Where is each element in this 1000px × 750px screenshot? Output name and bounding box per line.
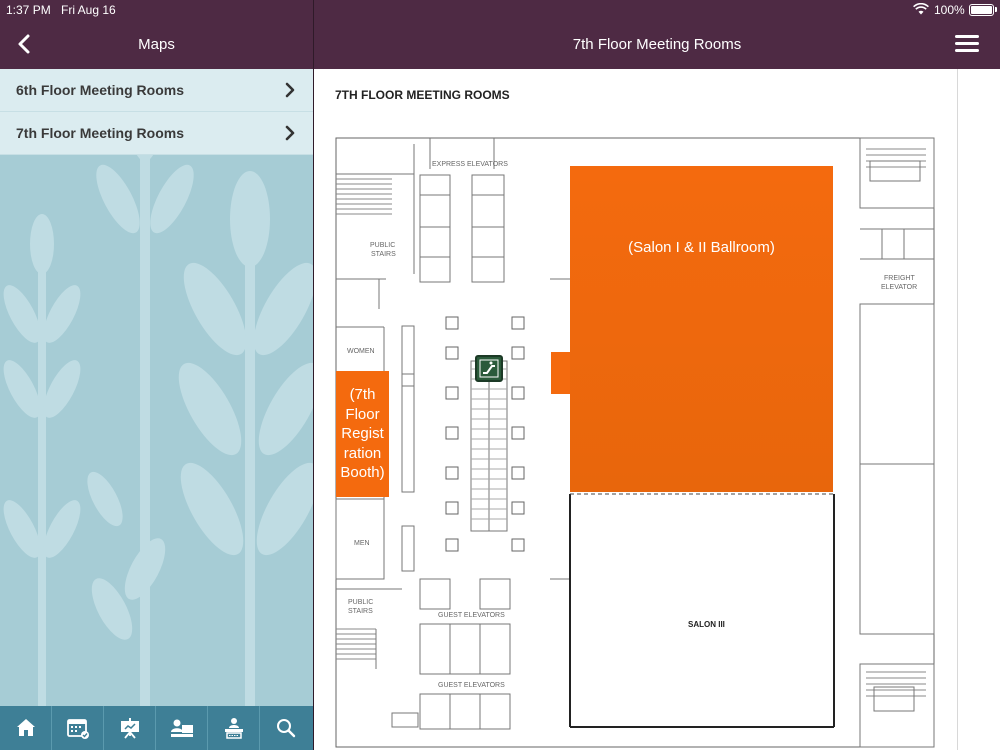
map-label-public-stairs-bot-2: STAIRS: [348, 608, 373, 615]
tab-schedule[interactable]: [52, 706, 104, 750]
tab-bar: [0, 706, 313, 750]
page-title: 7th Floor Meeting Rooms: [572, 36, 742, 53]
wheat-background-icon: [3, 97, 313, 706]
escalator-icon[interactable]: [475, 355, 503, 382]
map-label-public-stairs-bot-1: PUBLIC: [348, 599, 373, 606]
map-label-freight-2: ELEVATOR: [881, 284, 917, 291]
map-label-public-stairs-top-1: PUBLIC: [370, 242, 395, 249]
sidebar-item-label: 7th Floor Meeting Rooms: [16, 125, 184, 141]
exhibitor-icon: [225, 718, 243, 739]
status-date: Fri Aug 16: [61, 3, 116, 17]
map-label-express-elevators: EXPRESS ELEVATORS: [432, 161, 508, 168]
search-icon: [277, 719, 296, 738]
sidebar-header: Maps: [0, 20, 313, 69]
map-label-public-stairs-top-2: STAIRS: [371, 251, 396, 258]
presentation-icon: [121, 718, 139, 739]
home-icon: [17, 719, 35, 736]
battery-percent: 100%: [934, 3, 965, 17]
battery-icon: [969, 4, 994, 16]
map-label-guest-elevators-1: GUEST ELEVATORS: [438, 612, 505, 619]
sidebar-item-6th-floor[interactable]: 6th Floor Meeting Rooms: [0, 69, 313, 112]
chevron-right-icon: [285, 82, 295, 98]
sidebar: 6th Floor Meeting Rooms 7th Floor Meetin…: [0, 69, 313, 706]
wifi-icon: [913, 3, 929, 15]
map-label-guest-elevators-2: GUEST ELEVATORS: [438, 682, 505, 689]
tab-attendees[interactable]: [156, 706, 208, 750]
hamburger-menu-icon[interactable]: [955, 35, 979, 53]
room-label-salon-iii: SALON III: [688, 620, 725, 629]
main-header: 7th Floor Meeting Rooms: [314, 20, 1000, 69]
sidebar-item-label: 6th Floor Meeting Rooms: [16, 82, 184, 98]
attendees-icon: [171, 719, 193, 737]
sidebar-item-7th-floor[interactable]: 7th Floor Meeting Rooms: [0, 112, 313, 155]
chevron-right-icon: [285, 125, 295, 141]
tab-home[interactable]: [0, 706, 52, 750]
tab-exhibitors[interactable]: [208, 706, 260, 750]
room-small-orange[interactable]: [551, 352, 570, 394]
map-label-freight-1: FREIGHT: [884, 275, 915, 282]
status-bar: 1:37 PM Fri Aug 16 100%: [0, 0, 1000, 20]
room-registration-booth[interactable]: (7th Floor Regist ration Booth): [336, 371, 389, 497]
tab-sessions[interactable]: [104, 706, 156, 750]
room-salon-i-ii-ballroom[interactable]: (Salon I & II Ballroom): [570, 166, 833, 492]
sidebar-title: Maps: [138, 36, 175, 53]
room-label-salon-i-ii: (Salon I & II Ballroom): [628, 238, 775, 256]
status-time: 1:37 PM: [6, 3, 51, 17]
battery-tip: [995, 7, 997, 12]
map-label-men: MEN: [354, 540, 370, 547]
tab-search[interactable]: [260, 706, 312, 750]
map-label-women: WOMEN: [347, 348, 375, 355]
calendar-icon: [67, 719, 89, 739]
map-heading: 7TH FLOOR MEETING ROOMS: [335, 88, 510, 102]
map-scroll-edge: [957, 69, 1000, 750]
